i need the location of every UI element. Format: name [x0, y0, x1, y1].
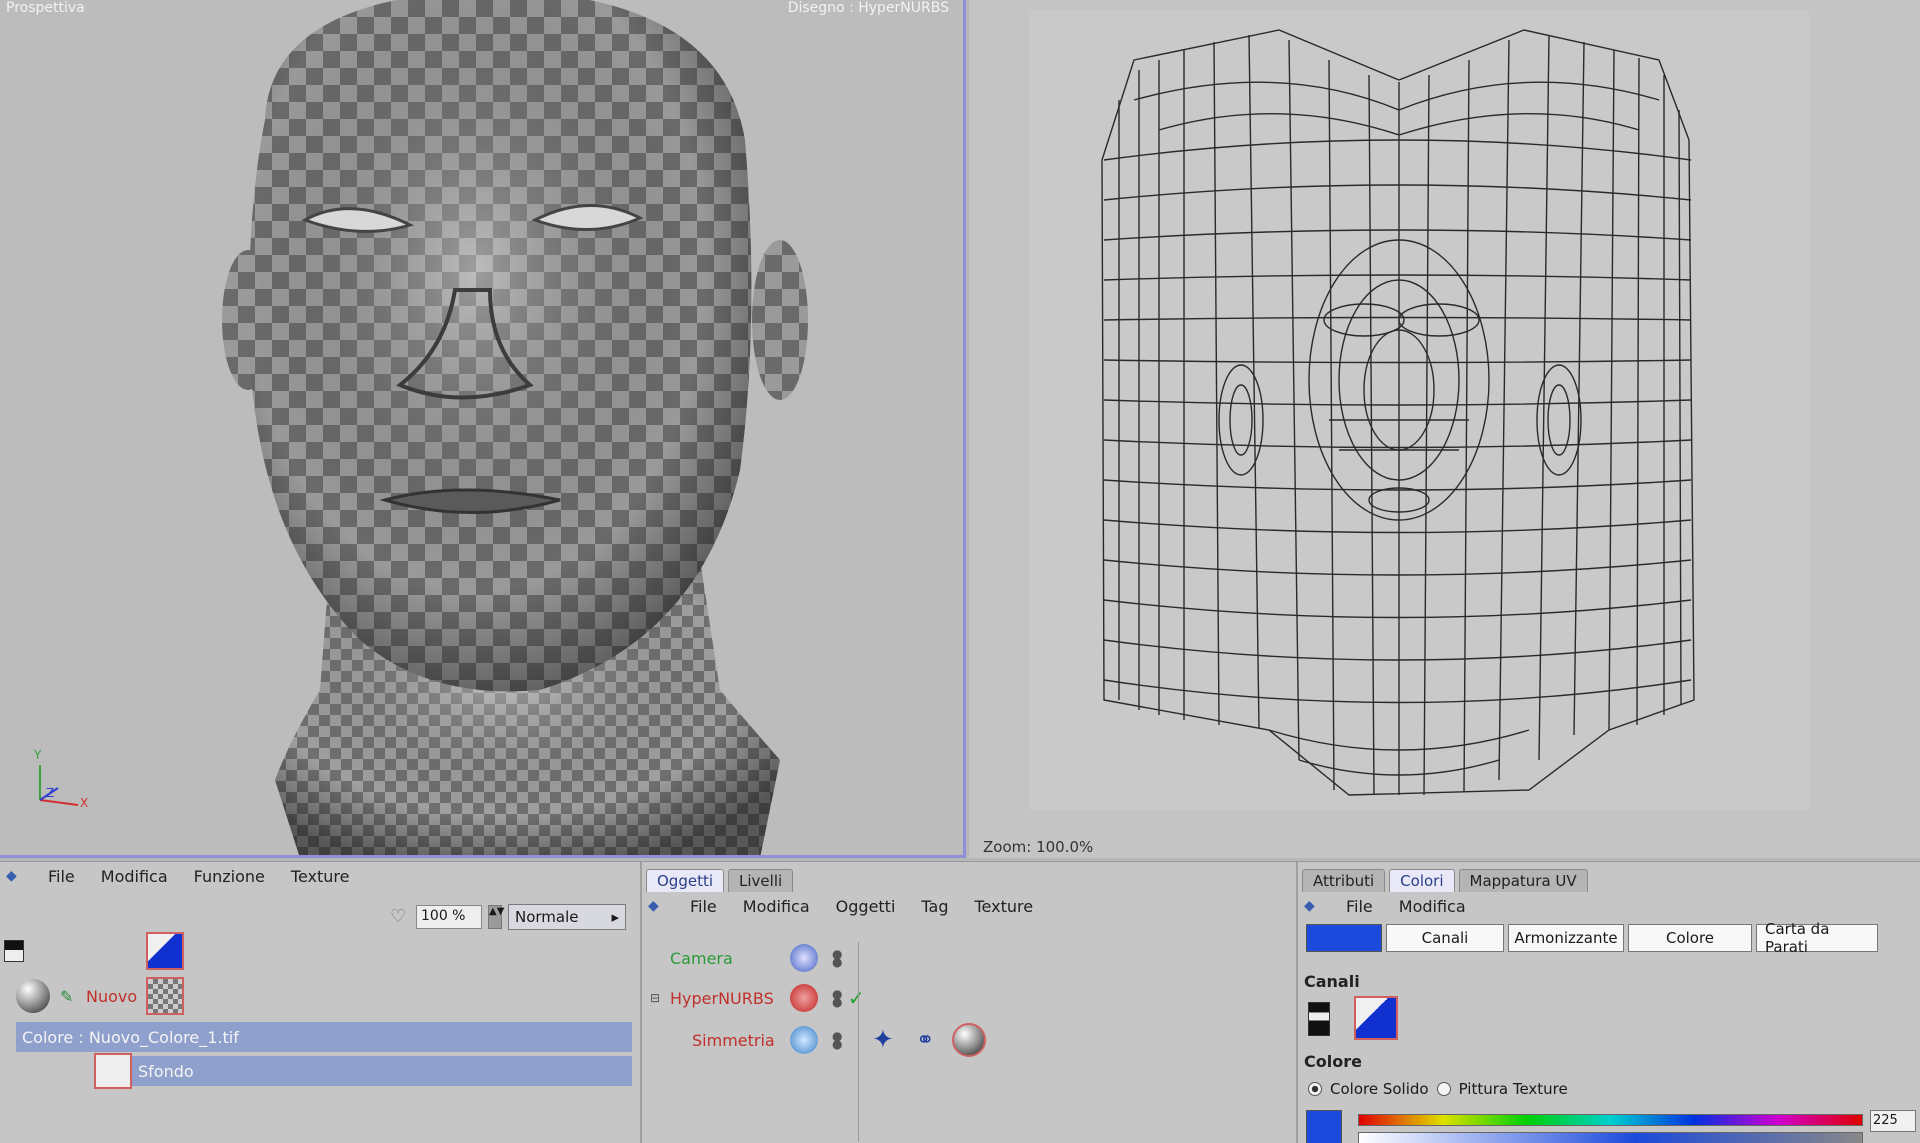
- material-texture-thumb[interactable]: [146, 977, 184, 1015]
- opacity-icon[interactable]: ♡: [390, 906, 410, 928]
- objects-panel: Oggetti Livelli ◆ File Modifica Oggetti …: [640, 861, 1296, 1143]
- channel-color-swatch[interactable]: [1306, 924, 1382, 952]
- hue-slider[interactable]: [1358, 1114, 1863, 1126]
- tab-layers[interactable]: Livelli: [728, 869, 794, 892]
- tree-divider: [858, 942, 859, 1142]
- menu-file[interactable]: File: [690, 897, 717, 916]
- panel-menu-icon[interactable]: ◆: [6, 868, 22, 884]
- collapse-icon[interactable]: ⊟: [650, 991, 660, 1005]
- tab-attributes[interactable]: Attributi: [1302, 869, 1386, 892]
- layer-thumb[interactable]: [94, 1053, 132, 1089]
- channel-buttons: Canali Armonizzante Colore Carta da Para…: [1306, 920, 1878, 956]
- layer-visibility-icon[interactable]: [4, 940, 24, 962]
- chevron-right-icon: ▸: [611, 908, 619, 926]
- layer-name: Sfondo: [138, 1061, 194, 1081]
- color-mode-radios: Colore Solido Pittura Texture: [1308, 1080, 1568, 1098]
- layer-row-background[interactable]: Sfondo: [94, 1053, 632, 1089]
- panel-menu-icon[interactable]: ◆: [1304, 898, 1320, 914]
- texture-preview-thumb[interactable]: [146, 932, 184, 970]
- hue-value-field[interactable]: 225: [1870, 1110, 1916, 1132]
- blend-mode-value: Normale: [515, 908, 579, 926]
- zoom-label: Zoom: 100.0%: [983, 838, 1094, 856]
- menu-function[interactable]: Funzione: [194, 867, 265, 886]
- uv-texture-viewport[interactable]: Zoom: 100.0%: [969, 0, 1920, 858]
- zoom-spinner[interactable]: ▲▼: [488, 905, 504, 929]
- selected-color-label: Colore : Nuovo_Colore_1.tif: [22, 1027, 239, 1047]
- object-name[interactable]: HyperNURBS: [670, 989, 774, 1008]
- material-row[interactable]: ✎ Nuovo: [0, 977, 640, 1015]
- tag-icon-1[interactable]: ✦: [872, 1025, 894, 1055]
- harmonize-button[interactable]: Armonizzante: [1508, 924, 1624, 952]
- channel-texture-thumb[interactable]: [1354, 996, 1398, 1040]
- attributes-menubar: ◆ File Modifica: [1298, 892, 1920, 920]
- radio-solid-color-label: Colore Solido: [1330, 1080, 1429, 1098]
- wallpaper-button[interactable]: Carta da Parati: [1756, 920, 1878, 956]
- texture-tag-icon[interactable]: [952, 1023, 986, 1057]
- uv-wireframe-mesh: [1101, 29, 1695, 796]
- layer-row-preview[interactable]: [0, 932, 640, 970]
- axis-label-z: Z: [46, 786, 55, 800]
- brightness-slider[interactable]: [1358, 1132, 1863, 1143]
- tab-uv-mapping[interactable]: Mappatura UV: [1458, 869, 1588, 892]
- object-row-hypernurbs[interactable]: ⊟ HyperNURBS ● ● ✓: [642, 980, 1296, 1016]
- axis-label-x: X: [80, 796, 89, 810]
- material-toolbar: ♡ 100 % ▲▼ Normale ▸: [390, 904, 626, 930]
- channels-button[interactable]: Canali: [1386, 924, 1504, 952]
- attributes-panel: Attributi Colori Mappatura UV ◆ File Mod…: [1296, 861, 1920, 1143]
- menu-edit[interactable]: Modifica: [101, 867, 168, 886]
- camera-icon: [790, 944, 818, 972]
- blend-mode-select[interactable]: Normale ▸: [508, 904, 626, 930]
- tag-icon-2[interactable]: ⚭: [916, 1028, 934, 1053]
- hypernurbs-icon: [790, 984, 818, 1012]
- selected-color-row[interactable]: Colore : Nuovo_Colore_1.tif: [16, 1022, 632, 1052]
- material-edit-icon[interactable]: ✎: [60, 987, 73, 1006]
- material-panel: ◆ File Modifica Funzione Texture ♡ 100 %…: [0, 861, 640, 1143]
- color-button[interactable]: Colore: [1628, 924, 1752, 952]
- visibility-dots[interactable]: ● ●: [832, 1030, 842, 1050]
- menu-file[interactable]: File: [48, 867, 75, 886]
- object-name[interactable]: Simmetria: [692, 1031, 775, 1050]
- radio-paint-texture[interactable]: [1436, 1082, 1451, 1096]
- enabled-check-icon[interactable]: ✓: [848, 986, 865, 1010]
- visibility-dots[interactable]: ● ●: [832, 988, 842, 1008]
- zoom-percent-field[interactable]: 100 %: [416, 905, 482, 929]
- material-name[interactable]: Nuovo: [86, 987, 137, 1006]
- attributes-tabbar: Attributi Colori Mappatura UV: [1298, 862, 1920, 892]
- menu-objects[interactable]: Oggetti: [836, 897, 896, 916]
- symmetry-icon: [790, 1026, 818, 1054]
- object-row-symmetry[interactable]: Simmetria ● ● ✦ ⚭: [642, 1022, 1296, 1058]
- layer-visibility-icon[interactable]: [1308, 1002, 1330, 1036]
- radio-paint-texture-label: Pittura Texture: [1458, 1080, 1568, 1098]
- channels-heading: Canali: [1304, 972, 1360, 991]
- axis-label-y: Y: [34, 748, 42, 762]
- perspective-viewport[interactable]: Prospettiva Disegno : HyperNURBS Y Z X: [0, 0, 966, 858]
- checkered-head-model: [39, 0, 808, 855]
- visibility-dots[interactable]: ● ●: [832, 948, 842, 968]
- color-heading: Colore: [1304, 1052, 1362, 1071]
- menu-edit[interactable]: Modifica: [1399, 897, 1466, 916]
- radio-solid-color[interactable]: [1308, 1082, 1322, 1096]
- menu-texture[interactable]: Texture: [291, 867, 350, 886]
- object-name[interactable]: Camera: [670, 949, 733, 968]
- menu-edit[interactable]: Modifica: [743, 897, 810, 916]
- objects-tabbar: Oggetti Livelli: [642, 862, 1296, 892]
- menu-file[interactable]: File: [1346, 897, 1373, 916]
- material-sphere-icon[interactable]: [16, 979, 50, 1013]
- object-row-camera[interactable]: Camera ● ●: [642, 940, 1296, 976]
- tab-colors[interactable]: Colori: [1389, 869, 1455, 892]
- material-menubar: ◆ File Modifica Funzione Texture: [0, 862, 640, 890]
- current-color-swatch[interactable]: [1306, 1110, 1342, 1143]
- menu-tag[interactable]: Tag: [921, 897, 948, 916]
- objects-menubar: ◆ File Modifica Oggetti Tag Texture: [642, 892, 1296, 920]
- panel-menu-icon[interactable]: ◆: [648, 898, 664, 914]
- tab-objects[interactable]: Oggetti: [646, 869, 725, 892]
- menu-texture[interactable]: Texture: [975, 897, 1034, 916]
